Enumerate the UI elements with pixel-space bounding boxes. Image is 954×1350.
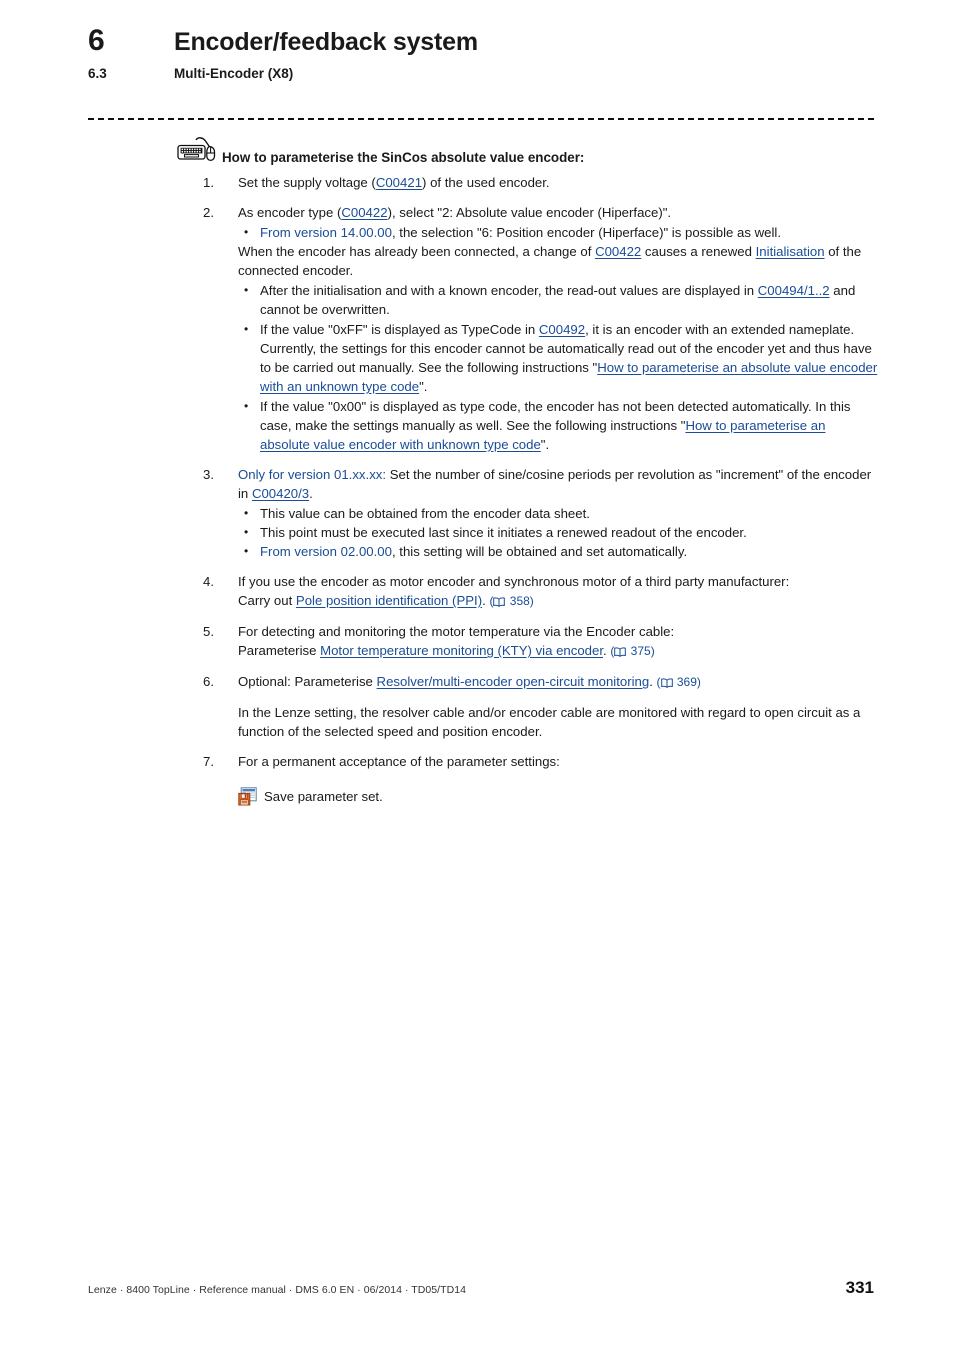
step-number: 7. — [203, 754, 214, 769]
step-paragraph: In the Lenze setting, the resolver cable… — [238, 703, 878, 741]
step-text: For detecting and monitoring the motor t… — [238, 622, 878, 661]
body-text: In the Lenze setting, the resolver cable… — [238, 705, 861, 739]
sub-bullet-item: After the initialisation and with a know… — [238, 281, 878, 319]
sub-bullet-item: If the value "0x00" is displayed as type… — [238, 397, 878, 454]
body-text: . — [649, 674, 657, 689]
step-text: Set the supply voltage (C00421) of the u… — [238, 173, 878, 192]
page-reference-number: 358) — [506, 594, 534, 608]
section-title: Multi-Encoder (X8) — [174, 66, 294, 81]
body-text: ". — [540, 437, 550, 452]
version-note-text: From version 02.00.00 — [260, 544, 392, 559]
cross-reference-link[interactable]: Motor temperature monitoring (KTY) via e… — [320, 643, 603, 658]
body-text: ), select "2: Absolute value encoder (Hi… — [387, 205, 672, 220]
body-text: This point must be executed last since i… — [260, 525, 747, 540]
step-number: 6. — [203, 674, 214, 689]
page-reference-number: 375) — [627, 644, 655, 658]
body-text: , the selection "6: Position encoder (Hi… — [391, 225, 782, 240]
step-number: 5. — [203, 624, 214, 639]
body-text: Carry out — [238, 593, 296, 608]
page-reference-number: 369) — [673, 675, 701, 689]
body-text: After the initialisation and with a know… — [260, 283, 758, 298]
body-text: If you use the encoder as motor encoder … — [238, 574, 790, 589]
page-footer: Lenze · 8400 TopLine · Reference manual … — [88, 1278, 874, 1298]
body-text: If the value "0xFF" is displayed as Type… — [260, 322, 539, 337]
step-number: 2. — [203, 205, 214, 220]
body-text: When the encoder has already been connec… — [238, 244, 596, 259]
cross-reference-link[interactable]: Pole position identification (PPI) — [296, 593, 482, 608]
numbered-step: 3. Only for version 01.xx.xx: Set the num… — [88, 465, 878, 561]
body-text: Parameterise — [238, 643, 321, 658]
page-reference[interactable]: ( 358) — [489, 594, 533, 608]
page-reference[interactable]: ( 369) — [657, 675, 701, 689]
body-text: causes a renewed — [641, 244, 756, 259]
chapter-number: 6 — [88, 24, 105, 57]
sub-bullet-item: This point must be executed last since i… — [238, 523, 878, 542]
step-text: As encoder type (C00422), select "2: Abs… — [238, 203, 878, 222]
numbered-steps-list: 1. Set the supply voltage (C00421) of the… — [88, 173, 878, 771]
keyboard-mouse-icon — [176, 137, 222, 163]
step-number: 4. — [203, 574, 214, 589]
section-heading-row: 6.3 Multi-Encoder (X8) — [88, 65, 878, 83]
step-number: 1. — [203, 175, 214, 190]
body-text: ) of the used encoder. — [422, 175, 550, 190]
chapter-title: Encoder/feedback system — [174, 28, 478, 56]
document-page: 6 Encoder/feedback system 6.3 Multi-Enco… — [0, 0, 954, 1350]
cross-reference-link[interactable]: C00422 — [595, 244, 641, 259]
cross-reference-link[interactable]: C00420/3 — [252, 486, 309, 501]
sub-bullet-item: From version 14.00.00, the selection "6:… — [238, 223, 878, 242]
instruction-block: How to parameterise the SinCos absolute … — [88, 137, 878, 806]
save-parameter-set-icon — [238, 787, 257, 806]
sub-bullet-item: If the value "0xFF" is displayed as Type… — [238, 320, 878, 396]
section-number: 6.3 — [88, 66, 107, 81]
save-parameter-set-action[interactable]: Save parameter set. — [238, 787, 878, 806]
body-text: For a permanent acceptance of the parame… — [238, 754, 560, 769]
howto-header: How to parameterise the SinCos absolute … — [176, 137, 878, 167]
page-header: 6 Encoder/feedback system 6.3 Multi-Enco… — [88, 24, 878, 83]
header-divider — [88, 118, 874, 120]
sub-bullet-item: This value can be obtained from the enco… — [238, 504, 878, 523]
cross-reference-link[interactable]: Initialisation — [756, 244, 825, 259]
body-text: ". — [419, 379, 428, 394]
book-icon — [660, 675, 673, 688]
body-text: , this setting will be obtained and set … — [391, 544, 688, 559]
version-note-text: Only for version 01.xx.xx: — [238, 467, 387, 482]
cross-reference-link[interactable]: C00494/1..2 — [758, 283, 830, 298]
page-reference[interactable]: ( 375) — [610, 644, 654, 658]
step-paragraph: When the encoder has already been connec… — [238, 242, 878, 280]
body-text: As encoder type ( — [238, 205, 342, 220]
sub-bullet-list: After the initialisation and with a know… — [238, 281, 878, 454]
numbered-step: 6. Optional: Parameterise Resolver/multi-… — [88, 672, 878, 741]
cross-reference-link[interactable]: C00421 — [376, 175, 422, 190]
footer-page-number: 331 — [845, 1278, 874, 1297]
sub-bullet-list: From version 14.00.00, the selection "6:… — [238, 223, 878, 242]
version-note-text: From version 14.00.00 — [260, 225, 392, 240]
sub-bullet-item: From version 02.00.00, this setting will… — [238, 542, 878, 561]
footer-document-info: Lenze · 8400 TopLine · Reference manual … — [88, 1284, 467, 1296]
body-text: . — [309, 486, 313, 501]
numbered-step: 2. As encoder type (C00422), select "2: A… — [88, 203, 878, 454]
numbered-step: 5. For detecting and monitoring the motor… — [88, 622, 878, 661]
step-text: Only for version 01.xx.xx: Set the numbe… — [238, 465, 878, 503]
book-icon — [493, 594, 506, 607]
step-text: For a permanent acceptance of the parame… — [238, 752, 878, 771]
cross-reference-link[interactable]: C00422 — [341, 205, 387, 220]
body-text: This value can be obtained from the enco… — [260, 506, 590, 521]
numbered-step: 4. If you use the encoder as motor encode… — [88, 572, 878, 611]
body-text: Set the supply voltage ( — [238, 175, 376, 190]
body-text: For detecting and monitoring the motor t… — [238, 624, 675, 639]
body-text: Optional: Parameterise — [238, 674, 377, 689]
sub-bullet-list: This value can be obtained from the enco… — [238, 504, 878, 561]
step-text: If you use the encoder as motor encoder … — [238, 572, 878, 611]
chapter-heading-row: 6 Encoder/feedback system — [88, 24, 878, 59]
cross-reference-link[interactable]: Resolver/multi-encoder open-circuit moni… — [377, 674, 650, 689]
howto-title: How to parameterise the SinCos absolute … — [222, 150, 585, 165]
save-parameter-set-label: Save parameter set. — [264, 789, 383, 804]
step-text: Optional: Parameterise Resolver/multi-en… — [238, 672, 878, 692]
numbered-step: 7. For a permanent acceptance of the para… — [88, 752, 878, 771]
book-icon — [614, 644, 627, 657]
cross-reference-link[interactable]: C00492 — [539, 322, 585, 337]
numbered-step: 1. Set the supply voltage (C00421) of the… — [88, 173, 878, 192]
step-number: 3. — [203, 467, 214, 482]
